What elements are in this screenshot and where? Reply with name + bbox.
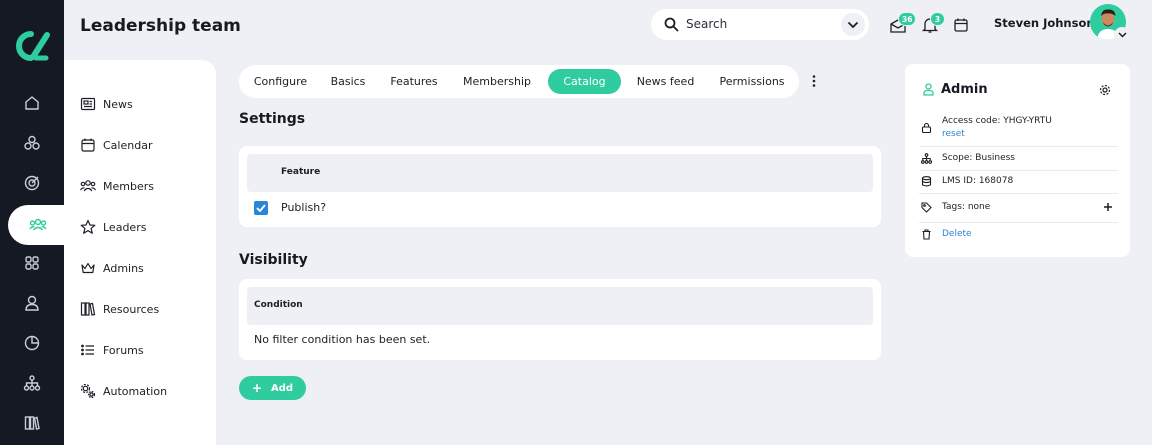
publish-label: Publish? xyxy=(281,201,327,214)
user-menu-button[interactable] xyxy=(1114,27,1130,43)
reset-link[interactable]: reset xyxy=(942,129,965,139)
search-bar[interactable]: Search xyxy=(651,9,869,40)
user-name[interactable]: Steven Johnson xyxy=(994,16,1095,30)
sidebar-item-automation[interactable]: Automation xyxy=(80,381,167,401)
sidebar-item-label: Forums xyxy=(103,343,144,357)
messages-badge: 36 xyxy=(898,12,917,26)
divider xyxy=(919,170,1118,171)
add-button-label: Add xyxy=(271,382,294,394)
members-icon xyxy=(80,180,96,192)
gears-icon xyxy=(80,383,96,399)
tab-basics[interactable]: Basics xyxy=(319,69,377,94)
tab-permissions[interactable]: Permissions xyxy=(709,69,795,94)
lock-icon xyxy=(921,122,932,133)
library-icon[interactable] xyxy=(0,403,64,443)
checkmark-icon xyxy=(256,204,266,212)
access-code-text: Access code: YHGY-YRTU xyxy=(942,116,1052,126)
books-icon xyxy=(80,302,96,316)
sidebar-item-forums[interactable]: Forums xyxy=(80,340,144,360)
home-icon[interactable] xyxy=(0,83,64,123)
condition-column-header: Condition xyxy=(254,300,303,310)
user-icon[interactable] xyxy=(0,283,64,323)
sidebar-item-label: Calendar xyxy=(103,138,153,152)
tags-row: Tags: none xyxy=(919,201,1118,215)
sidebar-item-label: Members xyxy=(103,179,154,193)
tab-news-feed[interactable]: News feed xyxy=(628,69,703,94)
add-tag-icon[interactable] xyxy=(1103,202,1113,212)
settings-card: Feature Publish? xyxy=(239,146,881,227)
table-header: Feature xyxy=(247,154,873,192)
sidebar-item-leaders[interactable]: Leaders xyxy=(80,217,146,237)
chevron-down-icon xyxy=(847,21,859,28)
plus-icon: + xyxy=(251,381,262,395)
page-title: Leadership team xyxy=(80,16,241,36)
star-icon xyxy=(80,219,96,234)
scope-text: Scope: Business xyxy=(942,153,1015,163)
sidebar-item-label: Admins xyxy=(103,261,144,275)
team-icon[interactable] xyxy=(8,205,68,245)
tab-catalog[interactable]: Catalog xyxy=(548,69,621,94)
tags-text: Tags: none xyxy=(942,202,991,212)
sidebar-item-calendar[interactable]: Calendar xyxy=(80,135,152,155)
trash-icon xyxy=(922,229,931,240)
delete-row[interactable]: Delete xyxy=(919,228,1118,242)
sidebar-item-news[interactable]: News xyxy=(80,94,133,114)
search-icon xyxy=(664,17,679,32)
divider xyxy=(919,146,1118,147)
admin-panel: Admin Access code: YHGY-YRTU reset Scope… xyxy=(905,64,1130,257)
sidebar-item-resources[interactable]: Resources xyxy=(80,299,159,319)
visibility-card: Condition No filter condition has been s… xyxy=(239,279,881,360)
divider xyxy=(919,193,1118,194)
calendar-icon[interactable] xyxy=(952,16,970,34)
lms-id-row: LMS ID: 168078 xyxy=(919,175,1118,189)
calendar-icon xyxy=(81,138,95,152)
apps-icon[interactable] xyxy=(0,243,64,283)
hierarchy-icon xyxy=(921,153,932,164)
feature-column-header: Feature xyxy=(281,167,321,177)
tab-bar: Configure Basics Features Membership Cat… xyxy=(239,65,799,98)
publish-checkbox[interactable] xyxy=(254,201,268,215)
database-icon xyxy=(921,176,932,187)
empty-state-text: No filter condition has been set. xyxy=(254,333,431,346)
crown-icon xyxy=(81,262,95,274)
visibility-heading: Visibility xyxy=(239,252,308,268)
newspaper-icon xyxy=(80,97,96,111)
icon-rail xyxy=(0,0,68,445)
list-icon xyxy=(81,344,94,356)
tab-membership[interactable]: Membership xyxy=(451,69,543,94)
chevron-down-icon xyxy=(1117,32,1127,38)
divider xyxy=(919,222,1118,223)
table-header: Condition xyxy=(247,287,873,325)
app-logo[interactable] xyxy=(10,26,54,66)
notifications-badge: 3 xyxy=(930,12,945,26)
groups-icon[interactable] xyxy=(0,123,64,163)
sidebar-item-label: Automation xyxy=(103,384,168,398)
settings-heading: Settings xyxy=(239,111,306,127)
target-icon[interactable] xyxy=(0,163,64,203)
access-code-row: Access code: YHGY-YRTU reset xyxy=(919,114,1118,142)
scope-row: Scope: Business xyxy=(919,152,1118,166)
secondary-sidebar: News Calendar Members Leaders Admins Res… xyxy=(64,60,216,445)
more-options-icon[interactable] xyxy=(810,73,818,89)
panel-title: Admin xyxy=(941,82,988,97)
sidebar-item-admins[interactable]: Admins xyxy=(80,258,144,278)
sidebar-item-label: Leaders xyxy=(103,220,147,234)
analytics-icon[interactable] xyxy=(0,323,64,363)
add-button[interactable]: + Add xyxy=(239,376,306,400)
sidebar-item-label: Resources xyxy=(103,302,160,316)
hierarchy-icon[interactable] xyxy=(0,363,64,403)
search-input[interactable]: Search xyxy=(686,17,727,31)
delete-link[interactable]: Delete xyxy=(942,229,972,239)
search-dropdown-button[interactable] xyxy=(841,13,865,36)
tab-features[interactable]: Features xyxy=(379,69,449,94)
sidebar-item-label: News xyxy=(103,97,133,111)
lms-id-text: LMS ID: 168078 xyxy=(942,176,1014,186)
sidebar-item-members[interactable]: Members xyxy=(80,176,154,196)
admin-icon xyxy=(923,83,934,96)
tag-icon xyxy=(921,202,932,213)
gear-icon[interactable] xyxy=(1099,84,1111,96)
tab-configure[interactable]: Configure xyxy=(243,69,318,94)
